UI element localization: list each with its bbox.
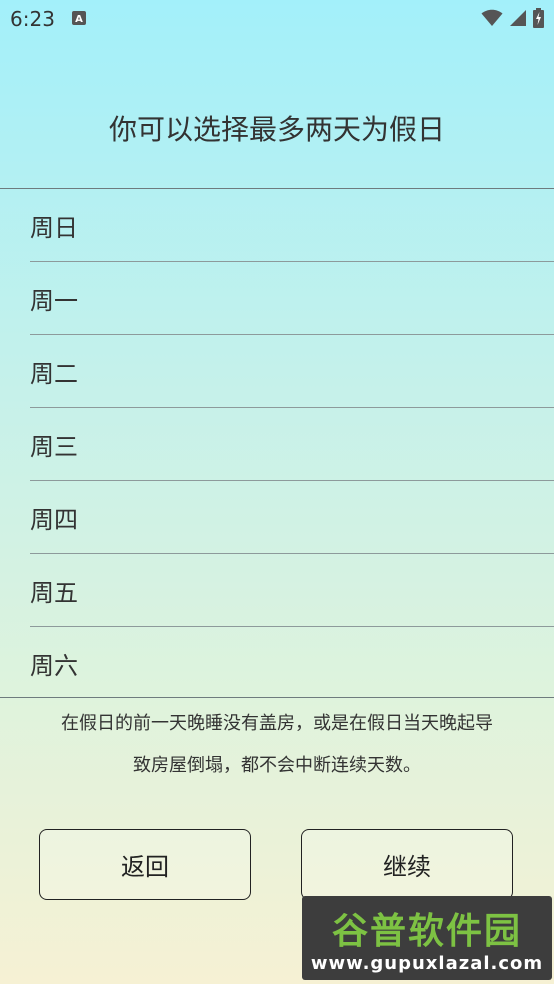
battery-icon bbox=[533, 8, 544, 28]
day-label: 周日 bbox=[30, 213, 78, 242]
day-label: 周五 bbox=[30, 578, 78, 607]
day-item-sunday[interactable]: 周日 bbox=[30, 189, 554, 262]
app-notification-letter: A bbox=[75, 14, 83, 25]
day-label: 周六 bbox=[30, 652, 78, 680]
continue-button[interactable]: 继续 bbox=[301, 829, 513, 900]
watermark-chinese: 谷普软件园 bbox=[331, 911, 522, 952]
status-bar: 6:23 A bbox=[0, 0, 554, 38]
holiday-note-line-2: 致房屋倒塌，都不会中断连续天数。 bbox=[133, 755, 421, 776]
continue-button-label: 继续 bbox=[383, 853, 431, 881]
back-button[interactable]: 返回 bbox=[39, 829, 251, 900]
watermark-url: www.gupuxlazal.com bbox=[310, 953, 544, 974]
page-title: 你可以选择最多两天为假日 bbox=[108, 113, 445, 146]
watermark-logo: 谷普软件园 www.gupuxlazal.com bbox=[302, 896, 552, 980]
day-label: 周一 bbox=[30, 286, 78, 315]
signal-icon bbox=[510, 10, 526, 26]
day-item-wednesday[interactable]: 周三 bbox=[30, 408, 554, 481]
day-label: 周三 bbox=[30, 432, 78, 461]
day-item-monday[interactable]: 周一 bbox=[30, 262, 554, 335]
app-notification-icon: A bbox=[72, 11, 86, 25]
back-button-label: 返回 bbox=[121, 853, 169, 881]
day-item-thursday[interactable]: 周四 bbox=[30, 481, 554, 554]
holiday-note: 在假日的前一天晚睡没有盖房，或是在假日当天晚起导 致房屋倒塌，都不会中断连续天数… bbox=[22, 703, 532, 787]
day-item-tuesday[interactable]: 周二 bbox=[30, 335, 554, 408]
day-label: 周二 bbox=[30, 359, 78, 388]
holiday-day-list: 周日 周一 周二 周三 周四 周五 周六 bbox=[0, 188, 554, 698]
wifi-icon bbox=[481, 9, 503, 26]
day-label: 周四 bbox=[30, 505, 78, 534]
day-item-saturday[interactable]: 周六 bbox=[30, 627, 554, 700]
status-time: 6:23 bbox=[10, 7, 55, 31]
holiday-note-line-1: 在假日的前一天晚睡没有盖房，或是在假日当天晚起导 bbox=[61, 713, 493, 734]
day-item-friday[interactable]: 周五 bbox=[30, 554, 554, 627]
